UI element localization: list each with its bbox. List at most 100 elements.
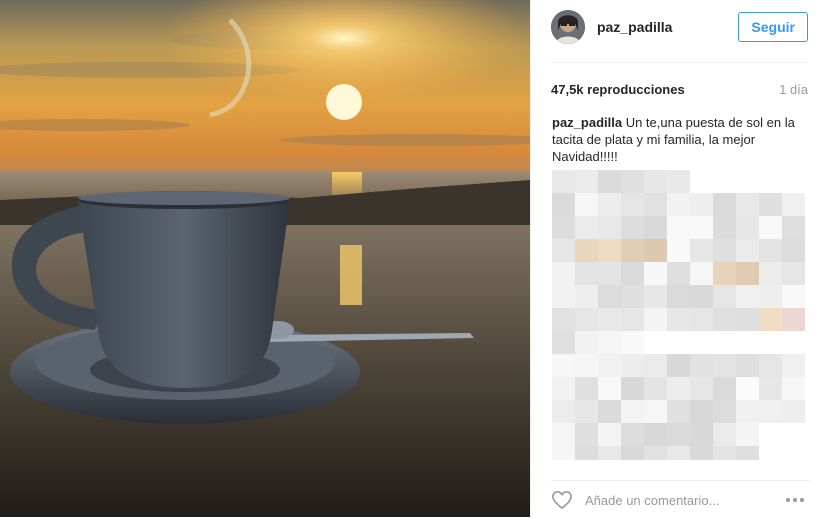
more-options-icon[interactable] xyxy=(786,498,810,502)
blur-tile xyxy=(552,308,575,331)
blur-tile xyxy=(552,331,575,354)
blur-tile xyxy=(575,308,598,331)
blur-tile xyxy=(690,354,713,377)
blur-tile xyxy=(598,446,621,460)
blur-tile xyxy=(644,193,667,216)
blur-tile xyxy=(690,400,713,423)
blur-tile xyxy=(552,170,575,193)
blurred-comments xyxy=(552,170,805,460)
blur-tile xyxy=(552,193,575,216)
blur-tile xyxy=(575,331,598,354)
blur-tile xyxy=(667,170,690,193)
post-caption: paz_padilla Un te,una puesta de sol en l… xyxy=(552,114,808,165)
blur-tile xyxy=(713,216,736,239)
blur-tile xyxy=(713,377,736,400)
blur-tile xyxy=(782,193,805,216)
blur-tile xyxy=(736,400,759,423)
blur-tile xyxy=(782,262,805,285)
blur-tile xyxy=(736,239,759,262)
blur-tile xyxy=(736,308,759,331)
blur-tile xyxy=(621,193,644,216)
post-time[interactable]: 1 día xyxy=(779,82,808,97)
blur-tile xyxy=(782,285,805,308)
blur-tile xyxy=(736,377,759,400)
blur-tile xyxy=(575,262,598,285)
avatar[interactable] xyxy=(551,10,585,44)
blur-tile xyxy=(759,216,782,239)
blur-tile xyxy=(713,193,736,216)
blur-tile xyxy=(575,446,598,460)
blur-tile xyxy=(713,262,736,285)
blur-tile xyxy=(621,216,644,239)
blur-tile xyxy=(690,446,713,460)
blur-tile xyxy=(598,377,621,400)
blur-tile xyxy=(644,170,667,193)
blur-tile xyxy=(782,354,805,377)
blur-tile xyxy=(552,262,575,285)
blur-tile xyxy=(644,239,667,262)
header-divider xyxy=(551,62,808,63)
blur-tile xyxy=(621,170,644,193)
blur-tile xyxy=(736,354,759,377)
blur-tile xyxy=(759,239,782,262)
blur-tile xyxy=(736,423,759,446)
blur-tile xyxy=(621,354,644,377)
blur-tile xyxy=(598,400,621,423)
blur-tile xyxy=(759,354,782,377)
post-header: paz_padilla Seguir xyxy=(551,10,808,44)
blur-tile xyxy=(667,239,690,262)
blur-tile xyxy=(621,377,644,400)
blur-tile xyxy=(598,216,621,239)
blur-tile xyxy=(644,446,667,460)
blur-tile xyxy=(713,308,736,331)
blur-tile xyxy=(644,262,667,285)
comment-bar xyxy=(551,480,810,519)
blur-tile xyxy=(667,423,690,446)
blur-tile xyxy=(644,285,667,308)
blur-tile xyxy=(759,285,782,308)
blur-tile xyxy=(575,193,598,216)
blur-tile xyxy=(667,446,690,460)
blur-tile xyxy=(575,377,598,400)
blur-tile xyxy=(621,423,644,446)
blur-tile xyxy=(667,377,690,400)
blur-tile xyxy=(621,331,644,354)
blur-tile xyxy=(552,216,575,239)
blur-tile xyxy=(575,239,598,262)
blur-tile xyxy=(598,331,621,354)
blur-tile xyxy=(598,308,621,331)
blur-tile xyxy=(644,216,667,239)
blur-tile xyxy=(713,354,736,377)
blur-tile xyxy=(552,423,575,446)
blur-tile xyxy=(575,170,598,193)
views-count[interactable]: 47,5k reproducciones xyxy=(551,82,685,97)
caption-username[interactable]: paz_padilla xyxy=(552,115,622,130)
blur-tile xyxy=(713,446,736,460)
blur-tile xyxy=(759,377,782,400)
blur-tile xyxy=(667,285,690,308)
follow-button[interactable]: Seguir xyxy=(738,12,808,42)
blur-tile xyxy=(782,400,805,423)
blur-tile xyxy=(621,239,644,262)
blur-tile xyxy=(621,446,644,460)
blur-tile xyxy=(736,285,759,308)
blur-tile xyxy=(667,308,690,331)
comment-input[interactable] xyxy=(585,492,786,508)
blur-tile xyxy=(598,354,621,377)
heart-icon[interactable] xyxy=(551,488,575,512)
blur-tile xyxy=(667,193,690,216)
post-photo[interactable] xyxy=(0,0,530,517)
blur-tile xyxy=(644,400,667,423)
username[interactable]: paz_padilla xyxy=(597,19,672,35)
blur-tile xyxy=(713,285,736,308)
blur-tile xyxy=(644,308,667,331)
blur-tile xyxy=(552,377,575,400)
blur-tile xyxy=(621,285,644,308)
blur-tile xyxy=(759,308,782,331)
blur-tile xyxy=(644,354,667,377)
blur-tile xyxy=(713,239,736,262)
blur-tile xyxy=(621,262,644,285)
blur-tile xyxy=(736,193,759,216)
blur-tile xyxy=(575,216,598,239)
sunset-coffee-image xyxy=(0,0,530,517)
